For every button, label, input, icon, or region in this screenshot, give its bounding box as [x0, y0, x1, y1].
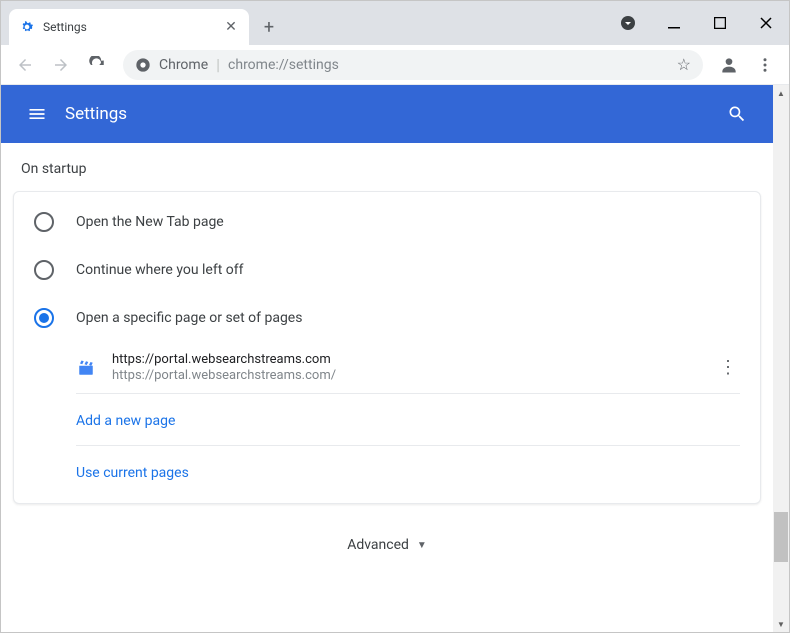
kebab-menu-icon[interactable]	[749, 49, 781, 81]
radio-label: Continue where you left off	[76, 262, 244, 278]
scroll-up-icon[interactable]: ▲	[773, 85, 789, 101]
radio-continue[interactable]: Continue where you left off	[14, 246, 760, 294]
minimize-button[interactable]	[651, 7, 697, 39]
tabs-strip: Settings ✕ +	[1, 1, 605, 45]
radio-icon	[34, 212, 54, 232]
profile-button[interactable]	[713, 49, 745, 81]
app-title: Settings	[65, 104, 717, 124]
vertical-scrollbar[interactable]: ▲ ▼	[773, 85, 789, 632]
startup-card: Open the New Tab page Continue where you…	[13, 191, 761, 504]
page-entry-text: https://portal.websearchstreams.com http…	[112, 352, 700, 383]
use-current-row[interactable]: Use current pages	[14, 446, 760, 497]
settings-content: Settings On startup Open the New Tab pag…	[1, 85, 773, 632]
radio-icon	[34, 260, 54, 280]
reload-button[interactable]	[81, 49, 113, 81]
scroll-thumb[interactable]	[774, 512, 788, 562]
radio-icon	[34, 308, 54, 328]
startup-page-entry: https://portal.websearchstreams.com http…	[14, 342, 760, 393]
forward-button[interactable]	[45, 49, 77, 81]
radio-label: Open the New Tab page	[76, 214, 224, 230]
advanced-section: Advanced ▼	[13, 504, 761, 573]
close-icon[interactable]: ✕	[223, 19, 239, 35]
radio-label: Open a specific page or set of pages	[76, 310, 302, 326]
gear-icon	[19, 19, 35, 35]
advanced-toggle[interactable]: Advanced ▼	[347, 537, 427, 553]
maximize-button[interactable]	[697, 7, 743, 39]
clapperboard-icon	[76, 358, 96, 378]
window-controls	[605, 1, 789, 45]
radio-new-tab[interactable]: Open the New Tab page	[14, 198, 760, 246]
browser-tab[interactable]: Settings ✕	[9, 9, 249, 45]
dropdown-indicator[interactable]	[605, 7, 651, 39]
page-entry-title: https://portal.websearchstreams.com	[112, 352, 700, 367]
browser-window: Settings ✕ +	[0, 0, 790, 633]
tab-title: Settings	[43, 20, 215, 34]
page-entry-url: https://portal.websearchstreams.com/	[112, 368, 700, 383]
settings-body: On startup Open the New Tab page Continu…	[1, 143, 773, 573]
star-icon[interactable]: ☆	[677, 55, 691, 74]
hamburger-menu-icon[interactable]	[17, 94, 57, 134]
scroll-down-icon[interactable]: ▼	[773, 616, 789, 632]
address-url: chrome://settings	[228, 57, 669, 73]
kebab-menu-icon[interactable]: ⋮	[716, 356, 740, 380]
app-header: Settings	[1, 85, 773, 143]
back-button[interactable]	[9, 49, 41, 81]
add-page-row[interactable]: Add a new page	[14, 394, 760, 445]
chrome-icon	[135, 57, 151, 73]
advanced-label: Advanced	[347, 537, 409, 553]
titlebar: Settings ✕ +	[1, 1, 789, 45]
radio-specific-pages[interactable]: Open a specific page or set of pages	[14, 294, 760, 342]
new-tab-button[interactable]: +	[255, 13, 283, 41]
use-current-link: Use current pages	[76, 465, 189, 481]
address-bar[interactable]: Chrome | chrome://settings ☆	[123, 50, 703, 80]
chevron-down-icon: ▼	[417, 540, 427, 551]
address-prefix: Chrome	[159, 57, 208, 73]
viewport: Settings On startup Open the New Tab pag…	[1, 85, 789, 632]
search-icon[interactable]	[717, 94, 757, 134]
add-page-link: Add a new page	[76, 413, 175, 429]
browser-toolbar: Chrome | chrome://settings ☆	[1, 45, 789, 85]
section-title: On startup	[13, 143, 761, 191]
close-window-button[interactable]	[743, 7, 789, 39]
